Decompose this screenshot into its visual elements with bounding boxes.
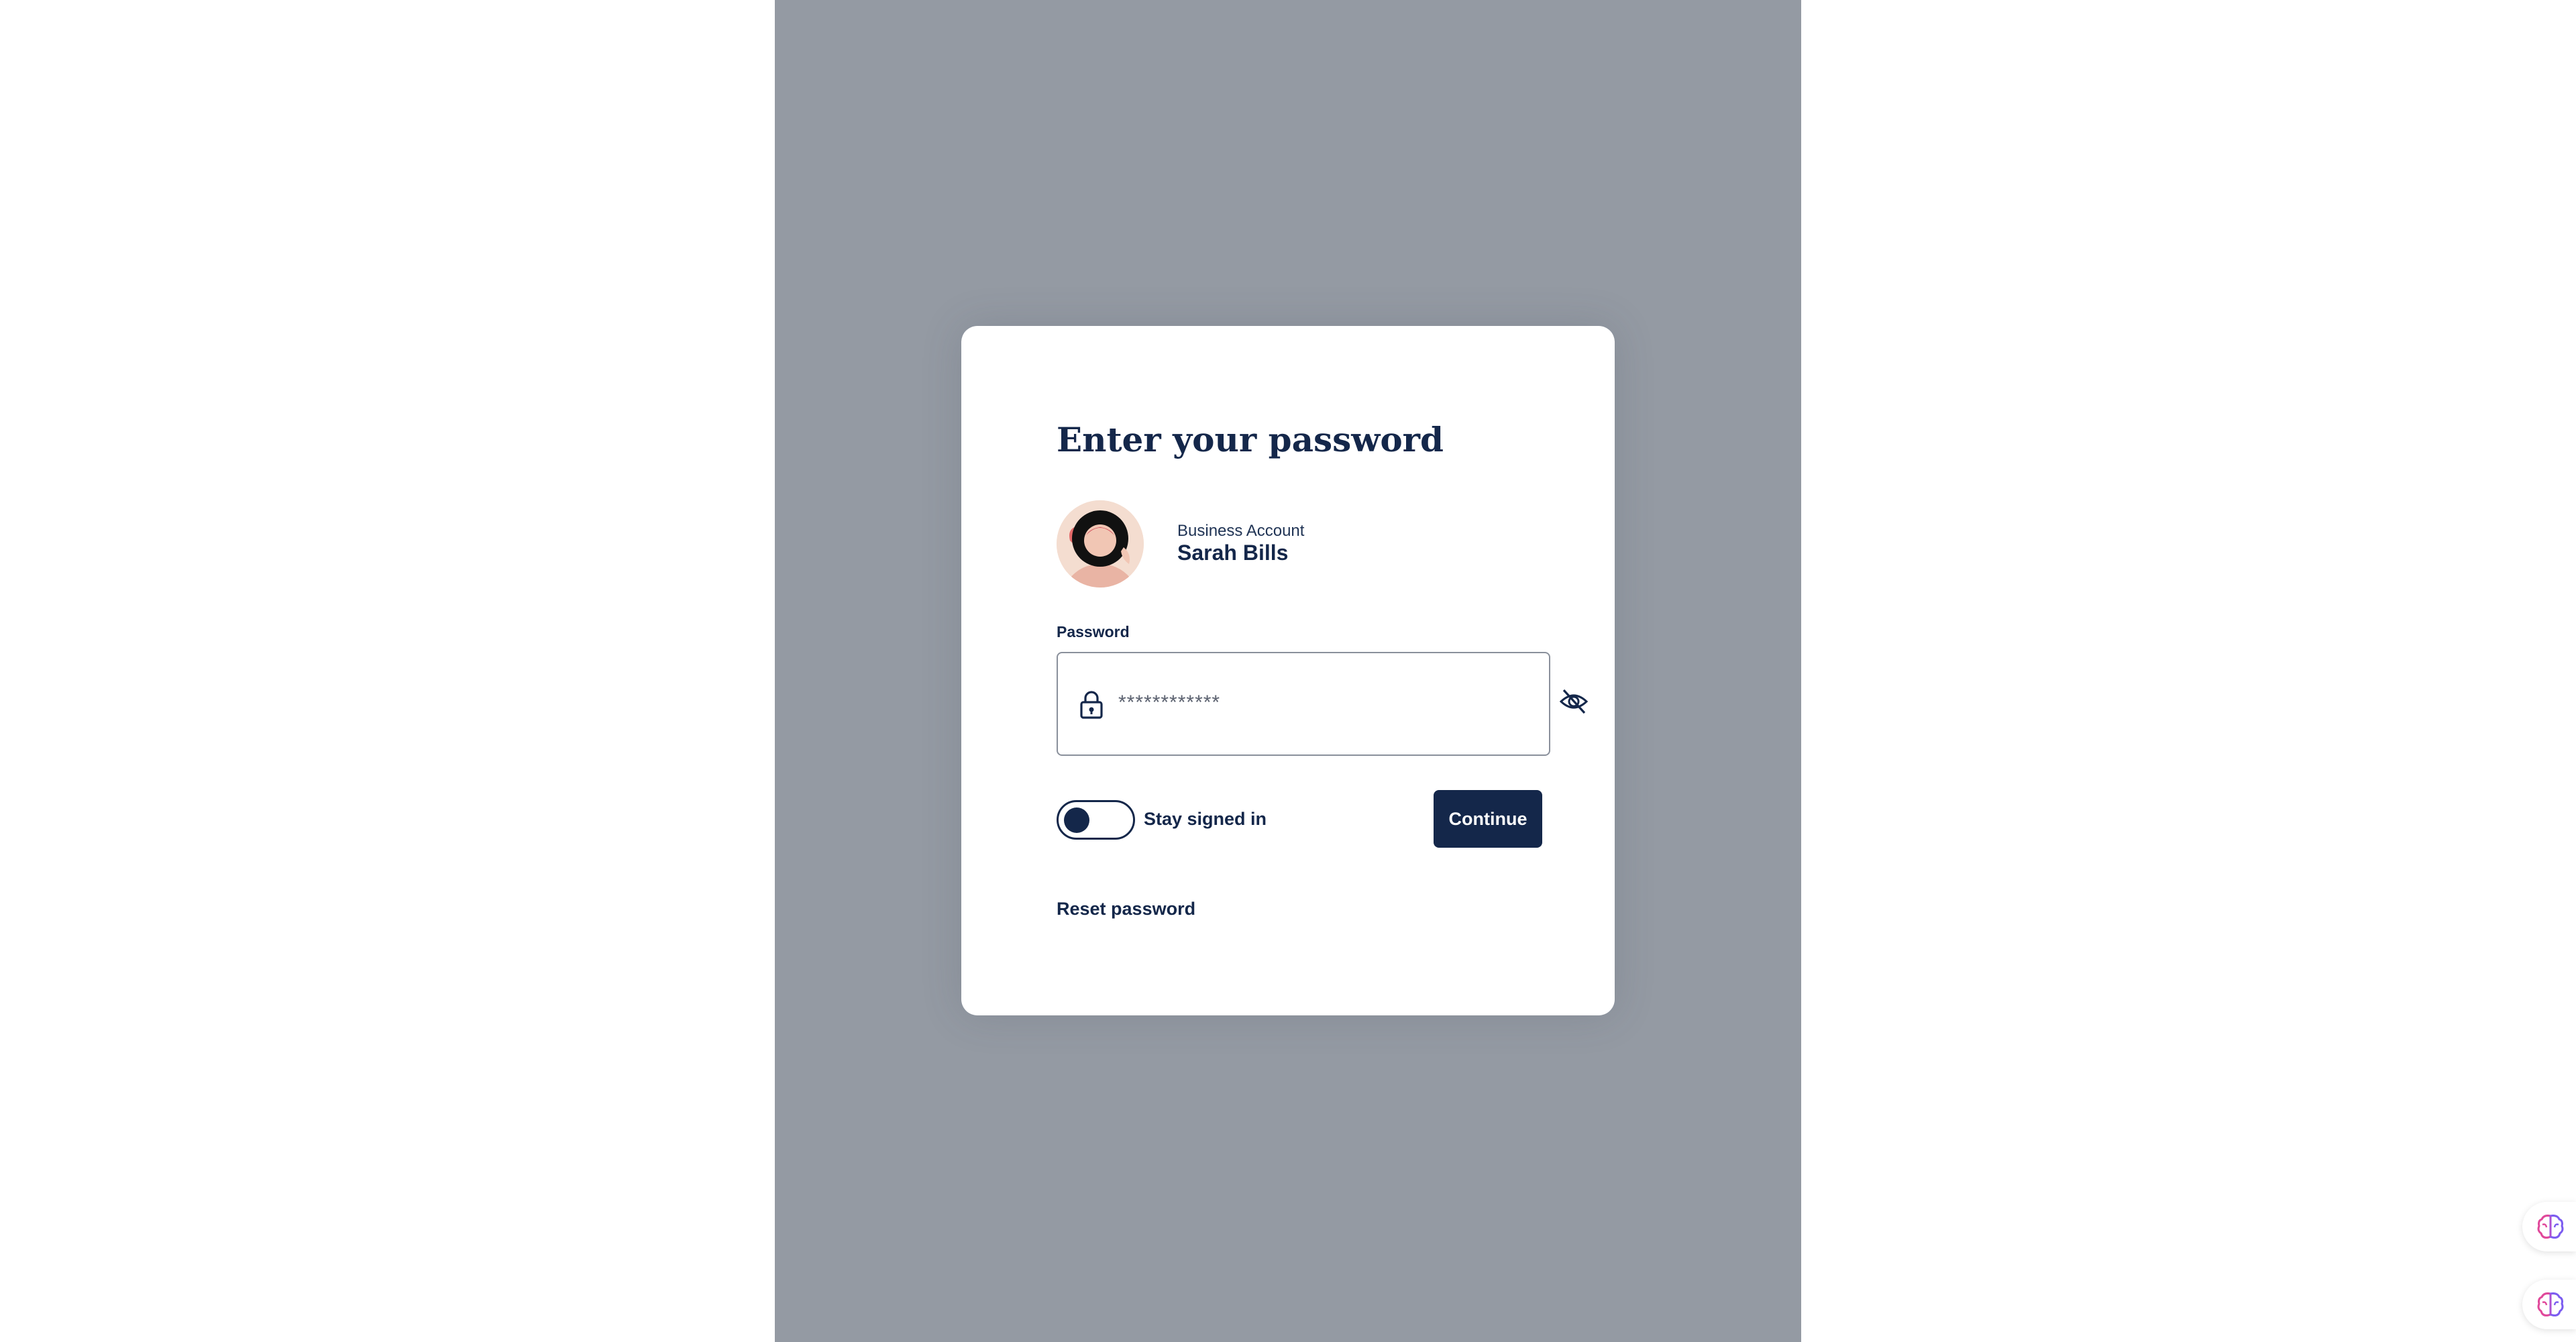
- account-name: Sarah Bills: [1177, 541, 1289, 565]
- password-dialog: Enter your password Business Account Sar…: [961, 326, 1615, 1015]
- reset-password-link[interactable]: Reset password: [1057, 899, 1195, 919]
- lock-icon: [1080, 691, 1103, 719]
- brain-icon: [2537, 1215, 2564, 1239]
- stay-signed-in-toggle[interactable]: [1057, 800, 1135, 840]
- stay-signed-in-label: Stay signed in: [1144, 809, 1267, 829]
- brain-icon: [2537, 1292, 2564, 1317]
- floating-assistant-button[interactable]: [2522, 1202, 2576, 1251]
- floating-assistant-button[interactable]: [2522, 1280, 2576, 1329]
- continue-button[interactable]: Continue: [1434, 790, 1542, 848]
- avatar-photo: [1057, 500, 1144, 588]
- dialog-title: Enter your password: [1057, 420, 1444, 459]
- eye-off-icon[interactable]: [1559, 687, 1589, 716]
- avatar: [1057, 500, 1144, 588]
- password-field[interactable]: [1057, 652, 1550, 756]
- toggle-knob: [1064, 807, 1089, 833]
- page: Enter your password Business Account Sar…: [0, 0, 2576, 1342]
- account-type: Business Account: [1177, 522, 1305, 540]
- password-label: Password: [1057, 623, 1130, 640]
- password-input[interactable]: [1118, 688, 1521, 718]
